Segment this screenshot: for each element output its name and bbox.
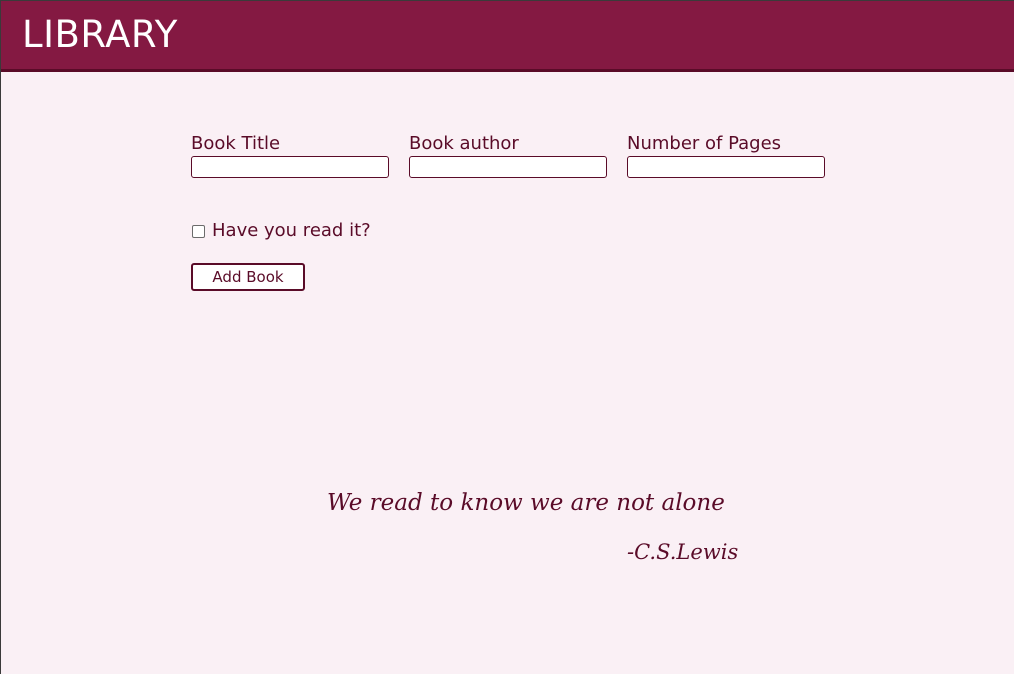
quote-author: -C.S.Lewis: [627, 540, 739, 564]
app-title: LIBRARY: [22, 13, 178, 56]
book-author-input[interactable]: [409, 156, 607, 178]
number-of-pages-field: Number of Pages: [627, 133, 825, 178]
quote-text: We read to know we are not alone: [327, 490, 725, 516]
number-of-pages-input[interactable]: [627, 156, 825, 178]
book-title-label: Book Title: [191, 133, 281, 154]
book-author-label: Book author: [409, 133, 519, 154]
read-checkbox-label[interactable]: Have you read it?: [212, 220, 371, 242]
book-author-field: Book author: [409, 133, 607, 178]
book-title-input[interactable]: [191, 156, 389, 178]
read-checkbox-row: Have you read it?: [191, 220, 371, 242]
book-title-field: Book Title: [191, 133, 389, 178]
app-header: LIBRARY: [1, 1, 1014, 72]
number-of-pages-label: Number of Pages: [627, 133, 782, 154]
read-checkbox[interactable]: [192, 224, 205, 238]
add-book-button[interactable]: Add Book: [191, 263, 305, 291]
